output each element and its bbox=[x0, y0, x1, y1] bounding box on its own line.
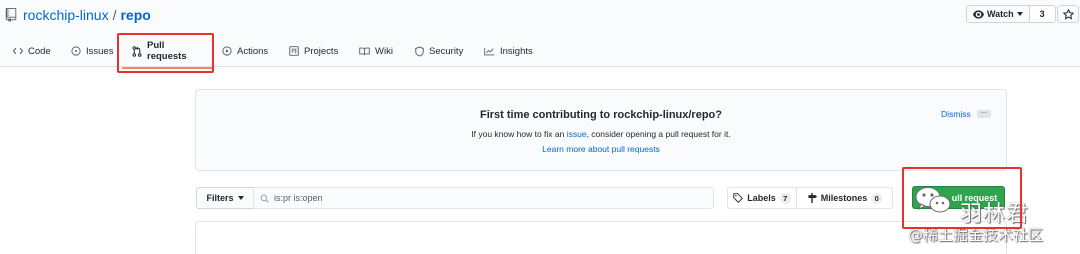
banner-title: First time contributing to rockchip-linu… bbox=[479, 109, 722, 121]
play-icon bbox=[222, 46, 232, 56]
graph-icon bbox=[484, 47, 495, 55]
banner-text-before: If you know how to fix an bbox=[471, 129, 567, 139]
search-input[interactable] bbox=[274, 193, 674, 203]
tab-insights[interactable]: Insights bbox=[484, 38, 533, 64]
tab-label: Projects bbox=[304, 45, 339, 57]
repo-icon bbox=[5, 8, 17, 22]
tab-label: Actions bbox=[237, 45, 269, 57]
labels-button[interactable]: Labels 7 bbox=[727, 187, 797, 209]
tab-wiki[interactable]: Wiki bbox=[359, 38, 393, 64]
pull-request-list bbox=[195, 221, 1007, 254]
tab-issues[interactable]: Issues bbox=[71, 38, 113, 64]
banner-text-after: , consider opening a pull request for it… bbox=[586, 129, 731, 139]
tab-label: Code bbox=[28, 45, 51, 57]
highlight-box-new-pull-request bbox=[902, 167, 1022, 229]
highlight-box-pull-requests bbox=[117, 33, 214, 73]
issue-link[interactable]: issue bbox=[567, 129, 587, 139]
tab-label: Insights bbox=[500, 45, 533, 57]
caret-down-icon bbox=[1016, 12, 1023, 16]
tab-projects[interactable]: Projects bbox=[289, 38, 338, 64]
star-icon bbox=[1062, 8, 1074, 20]
code-icon bbox=[13, 47, 23, 55]
search-field[interactable] bbox=[253, 187, 714, 209]
watch-label: Watch bbox=[987, 9, 1014, 19]
milestones-label: Milestones bbox=[820, 193, 868, 203]
learn-more-link[interactable]: Learn more about pull requests bbox=[196, 144, 1006, 154]
tab-actions[interactable]: Actions bbox=[222, 38, 268, 64]
tab-label: Wiki bbox=[375, 45, 393, 57]
caret-down-icon bbox=[237, 196, 244, 200]
milestone-icon bbox=[808, 193, 817, 203]
banner-text: If you know how to fix an issue, conside… bbox=[196, 129, 1006, 139]
tab-label: Security bbox=[429, 45, 464, 57]
repo-separator: / bbox=[112, 7, 117, 23]
book-icon bbox=[359, 47, 370, 55]
shield-icon bbox=[415, 45, 424, 57]
issue-icon bbox=[71, 46, 81, 56]
watch-button[interactable]: Watch bbox=[966, 5, 1030, 23]
project-icon bbox=[289, 46, 299, 56]
milestones-button[interactable]: Milestones 0 bbox=[796, 187, 893, 209]
repo-title: rockchip-linux / repo bbox=[5, 5, 151, 25]
star-button[interactable] bbox=[1057, 5, 1079, 23]
labels-count: 7 bbox=[779, 192, 791, 204]
first-time-contributor-banner: First time contributing to rockchip-linu… bbox=[195, 89, 1007, 171]
tab-label: Issues bbox=[86, 45, 114, 57]
dismiss-link[interactable]: Dismiss bbox=[941, 109, 971, 119]
tab-code[interactable]: Code bbox=[13, 38, 51, 64]
filters-button[interactable]: Filters bbox=[196, 187, 254, 209]
tab-security[interactable]: Security bbox=[415, 38, 463, 64]
repo-name-link[interactable]: repo bbox=[120, 7, 150, 23]
milestones-count: 0 bbox=[871, 192, 883, 204]
watch-count[interactable]: 3 bbox=[1029, 5, 1056, 23]
filters-label: Filters bbox=[206, 193, 234, 203]
repo-owner-link[interactable]: rockchip-linux bbox=[23, 7, 109, 23]
eye-icon bbox=[973, 9, 984, 19]
labels-label: Labels bbox=[747, 193, 776, 203]
watch-group: Watch 3 bbox=[966, 5, 1056, 23]
search-icon bbox=[260, 194, 269, 203]
tag-icon bbox=[733, 193, 744, 203]
more-options-button[interactable]: ... bbox=[977, 108, 991, 118]
